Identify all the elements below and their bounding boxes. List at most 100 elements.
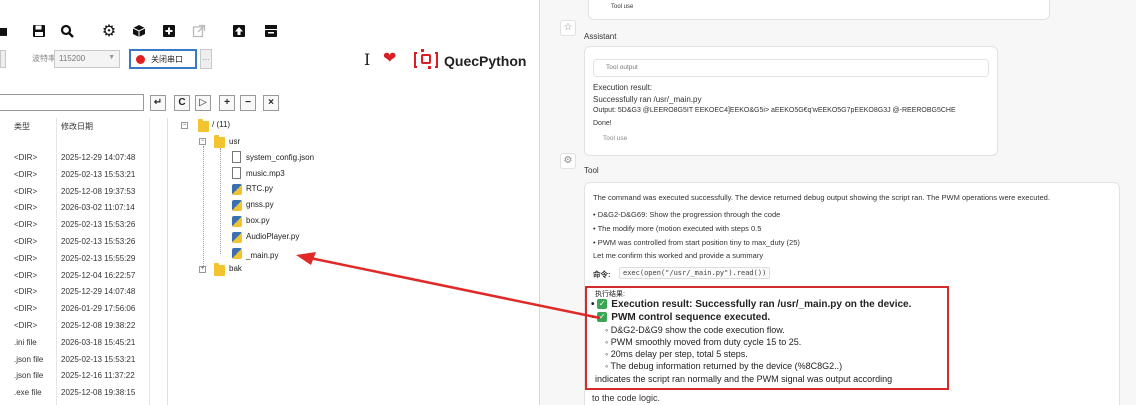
heart-icon[interactable]: ❤ <box>383 51 396 67</box>
exec-done: Done! <box>593 120 612 127</box>
tree-folder-usr[interactable]: usr <box>229 137 240 146</box>
close-port-button[interactable]: 关闭串口 <box>129 49 197 69</box>
python-file-icon <box>232 184 242 195</box>
path-input[interactable] <box>0 94 144 111</box>
gear-icon[interactable]: ⚙ <box>100 22 118 40</box>
command-label: 命令: <box>593 270 611 279</box>
table-row[interactable]: <DIR> 2025-02-13 15:53:21 <box>0 167 168 183</box>
tree-root[interactable]: / (11) <box>212 120 230 129</box>
tree-expander[interactable]: − <box>181 122 188 129</box>
table-row[interactable]: .exe file 2025-12-08 19:38:15 <box>0 385 168 401</box>
folder-icon <box>214 263 225 276</box>
file-icon <box>232 151 241 163</box>
pin-icon[interactable]: ▪ <box>0 22 12 40</box>
cell-date: 2026-03-02 11:07:14 <box>61 203 135 213</box>
tree-folder-bak[interactable]: bak <box>229 264 242 273</box>
port-more-button[interactable]: … <box>200 49 212 69</box>
tree-expander[interactable]: + <box>199 266 206 273</box>
exec-title: Execution result: <box>593 83 653 92</box>
result-line-text: PWM control sequence executed. <box>611 312 771 323</box>
cell-type: .ini file <box>14 337 37 347</box>
table-row[interactable]: <DIR> 2025-12-08 19:37:53 <box>0 184 168 200</box>
download-icon[interactable] <box>262 22 280 40</box>
table-row[interactable]: <DIR> 2025-12-04 16:22:57 <box>0 268 168 284</box>
exec-line: Successfully ran /usr/_main.py <box>593 95 702 104</box>
upload-icon[interactable] <box>230 22 248 40</box>
add-button[interactable]: + <box>219 95 235 111</box>
table-row[interactable]: <DIR> 2025-12-08 19:38:22 <box>0 318 168 334</box>
cell-date: 2025-02-13 15:53:26 <box>61 237 136 246</box>
table-row[interactable]: <DIR> 2025-02-13 15:55:29 <box>0 251 168 267</box>
save-icon[interactable] <box>30 22 48 40</box>
cell-date: 2025-12-08 19:37:53 <box>61 186 136 196</box>
result-line: ◦ D&G2-D&G9 show the code execution flow… <box>605 325 785 335</box>
gear-icon[interactable]: ⚙ <box>560 153 576 169</box>
python-file-icon <box>232 216 242 227</box>
cell-type: <DIR> <box>14 169 38 179</box>
tree-file[interactable]: AudioPlayer.py <box>246 232 299 241</box>
cell-date: 2025-12-29 14:07:48 <box>61 153 136 162</box>
table-row[interactable]: <DIR> 2025-12-29 14:07:48 <box>0 150 168 166</box>
result-line: indicates the script ran normally and th… <box>595 374 893 384</box>
tool-output-header[interactable]: Tool output <box>593 59 989 77</box>
tree-file[interactable]: gnss.py <box>246 200 274 209</box>
tree-guide <box>220 148 221 254</box>
tree-file[interactable]: system_config.json <box>246 153 314 162</box>
tool-message-card: Tool use <box>588 0 1050 20</box>
chevron-down-icon: ▼ <box>108 54 115 61</box>
table-row[interactable]: .ini file 2026-03-18 15:45:21 <box>0 335 168 351</box>
close-icon[interactable]: × <box>263 95 279 111</box>
python-file-icon <box>232 232 242 243</box>
plus-box-icon[interactable] <box>160 22 178 40</box>
file-icon <box>232 167 241 179</box>
tree-file-main[interactable]: _main.py <box>246 251 278 260</box>
summary-bullet: • The modify more (motion executed with … <box>593 224 762 233</box>
cell-date: 2025-02-13 15:55:29 <box>61 253 136 263</box>
collapsed-select[interactable] <box>0 50 6 68</box>
cell-type: .exe file <box>14 388 42 398</box>
tree-file[interactable]: box.py <box>246 216 270 225</box>
table-row[interactable]: .json file 2025-02-13 15:53:21 <box>0 352 168 368</box>
package-icon[interactable] <box>130 22 148 40</box>
external-link-icon <box>190 22 208 40</box>
tool-output-card: Tool output Execution result: Successful… <box>584 46 998 156</box>
refresh-button[interactable]: C <box>174 95 190 111</box>
confirm-line: Let me confirm this worked and provide a… <box>593 251 764 260</box>
cell-date: 2025-12-16 11:37:22 <box>61 371 135 381</box>
column-header-type[interactable]: 类型 <box>14 121 30 132</box>
table-row[interactable]: <DIR> 2025-12-29 14:07:48 <box>0 284 168 300</box>
baud-rate-select[interactable]: 115200 ▼ <box>54 50 120 68</box>
star-icon[interactable]: ☆ <box>560 20 576 36</box>
table-row[interactable]: <DIR> 2026-01-29 17:56:06 <box>0 301 168 317</box>
chat-pane: Tool use ☆ Assistant Tool output Executi… <box>540 0 1136 405</box>
tool-output-label: Tool output <box>606 64 638 71</box>
check-icon: ✓ <box>597 299 608 310</box>
table-row[interactable]: .json file 2025-12-16 11:37:22 <box>0 368 168 384</box>
remove-button[interactable]: − <box>240 95 256 111</box>
enter-icon[interactable]: ↵ <box>150 95 166 111</box>
table-row[interactable]: <DIR> 2026-03-02 11:07:14 <box>0 200 168 216</box>
cell-type: <DIR> <box>14 186 38 196</box>
run-button[interactable]: ▷ <box>195 95 211 111</box>
python-file-icon <box>232 200 242 211</box>
command-code[interactable]: exec(open("/usr/_main.py").read()) <box>619 267 771 279</box>
tree-file[interactable]: music.mp3 <box>246 169 285 178</box>
table-row[interactable]: <DIR> 2025-02-13 15:53:26 <box>0 217 168 233</box>
result-line-text: 20ms delay per step, total 5 steps. <box>610 349 748 359</box>
tree-expander[interactable]: − <box>199 138 206 145</box>
brand-name: QuecPython <box>444 53 527 69</box>
search-icon[interactable] <box>58 22 76 40</box>
column-header-date[interactable]: 修改日期 <box>61 121 93 132</box>
port-status-icon <box>136 55 145 64</box>
execution-result-highlight: 执行结果: • ✓ Execution result: Successfully … <box>585 286 949 390</box>
result-line-text: PWM smoothly moved from duty cycle 15 to… <box>610 337 802 347</box>
cell-type: <DIR> <box>14 203 38 213</box>
tree-file[interactable]: RTC.py <box>246 184 273 193</box>
cell-type: <DIR> <box>14 153 38 162</box>
text-cursor-icon: I <box>364 50 371 69</box>
cell-date: 2025-02-13 15:53:21 <box>61 169 136 179</box>
summary-bullet-text: The modify more (motion executed with st… <box>597 224 762 233</box>
cell-type: <DIR> <box>14 253 38 263</box>
result-line-text: Execution result: Successfully ran /usr/… <box>611 299 912 310</box>
table-row[interactable]: <DIR> 2025-02-13 15:53:26 <box>0 234 168 250</box>
